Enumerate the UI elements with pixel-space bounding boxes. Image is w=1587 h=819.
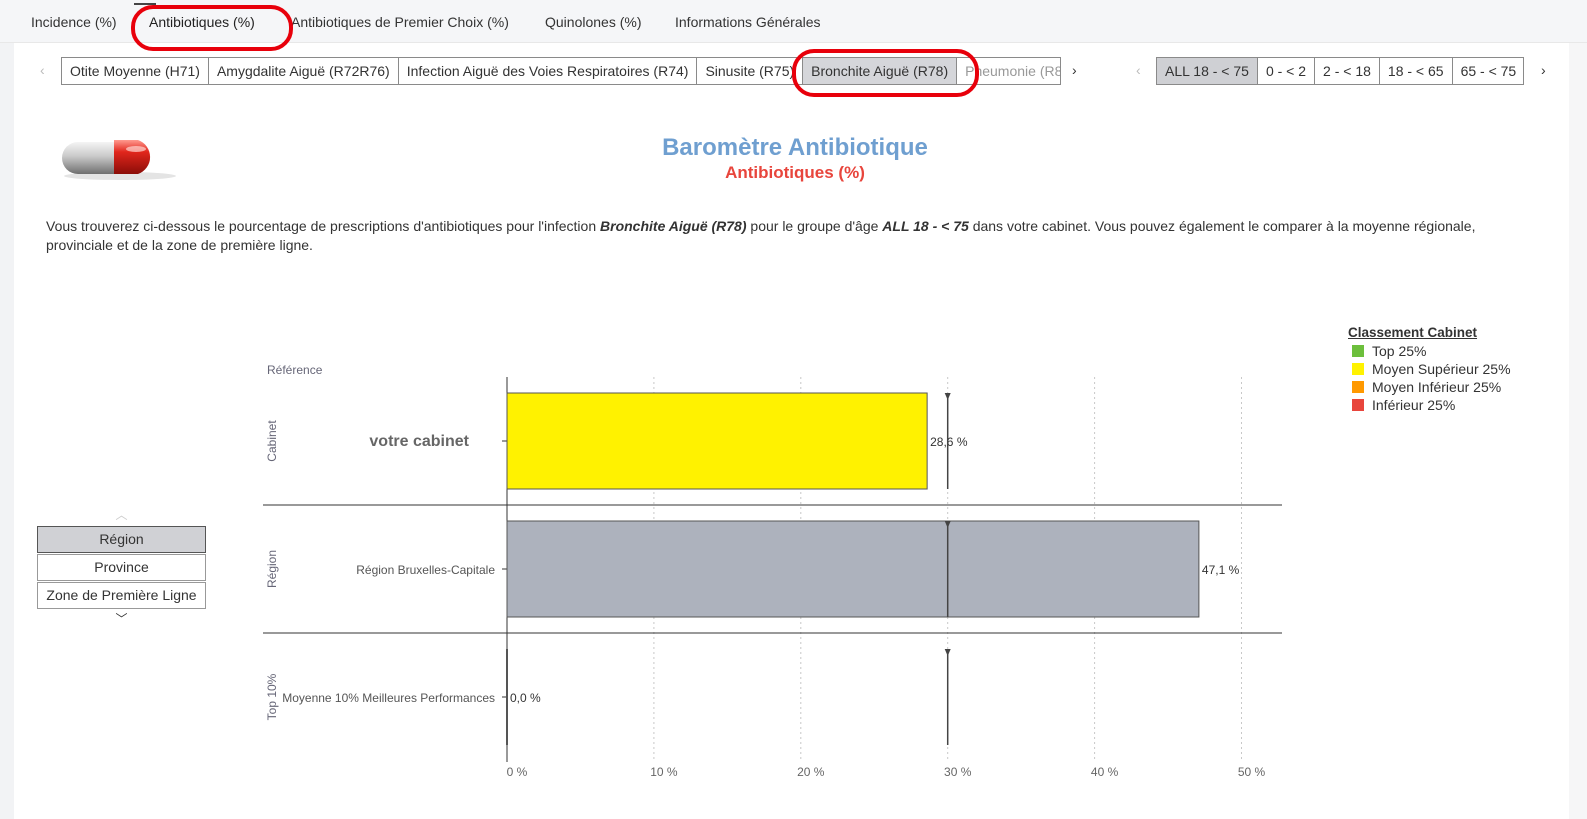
bar-0 bbox=[506, 392, 928, 490]
y-axis-title: Référence bbox=[267, 363, 323, 377]
age-tabs-scroll-right-icon[interactable]: › bbox=[1541, 62, 1546, 78]
legend: Classement Cabinet Top 25% Moyen Supérie… bbox=[1348, 325, 1511, 414]
value-label-0: 28,6 % bbox=[930, 435, 968, 449]
group-label-0: Cabinet bbox=[265, 420, 279, 462]
tab-antibiotiques[interactable]: Antibiotiques (%) bbox=[149, 14, 255, 30]
selector-item-province[interactable]: Province bbox=[37, 554, 206, 581]
tab-informations-generales[interactable]: Informations Générales bbox=[675, 14, 821, 30]
infection-tabs-scroll-left-icon[interactable]: ‹ bbox=[40, 62, 45, 78]
active-tab-indicator bbox=[134, 3, 156, 5]
legend-label: Inférieur 25% bbox=[1372, 397, 1456, 413]
subtab-amygdalite[interactable]: Amygdalite Aiguë (R72R76) bbox=[208, 58, 399, 84]
value-label-1: 47,1 % bbox=[1202, 563, 1240, 577]
infection-tabs-scroll-right-icon[interactable]: › bbox=[1072, 62, 1077, 78]
reference-marker-2 bbox=[944, 649, 951, 656]
x-tick-label-0: 0 % bbox=[507, 765, 528, 779]
legend-label: Top 25% bbox=[1372, 343, 1427, 359]
legend-label: Moyen Supérieur 25% bbox=[1372, 361, 1511, 377]
subtab-bronchite[interactable]: Bronchite Aiguë (R78) bbox=[803, 58, 958, 84]
selector-item-region[interactable]: Région bbox=[37, 526, 206, 553]
reference-selector: ︿ Région Province Zone de Première Ligne… bbox=[37, 506, 206, 630]
x-tick-label-1: 10 % bbox=[650, 765, 678, 779]
selector-down-icon[interactable]: ﹀ bbox=[37, 610, 206, 630]
legend-swatch bbox=[1352, 381, 1364, 393]
agetab-18-65[interactable]: 18 - < 65 bbox=[1379, 58, 1453, 84]
legend-item-moyen-superieur[interactable]: Moyen Supérieur 25% bbox=[1348, 360, 1511, 378]
legend-item-inferieur[interactable]: Inférieur 25% bbox=[1348, 396, 1511, 414]
reference-marker-0 bbox=[944, 393, 951, 400]
group-label-1: Région bbox=[265, 550, 279, 588]
selector-item-zone[interactable]: Zone de Première Ligne bbox=[37, 582, 206, 609]
app-root: Incidence (%) Antibiotiques (%) Antibiot… bbox=[0, 0, 1587, 819]
legend-swatch bbox=[1352, 345, 1364, 357]
bar-1 bbox=[506, 520, 1200, 618]
agetab-2-18[interactable]: 2 - < 18 bbox=[1315, 58, 1380, 84]
page-subtitle: Antibiotiques (%) bbox=[725, 163, 865, 182]
main-tab-bar: Incidence (%) Antibiotiques (%) Antibiot… bbox=[0, 0, 1587, 43]
legend-title: Classement Cabinet bbox=[1348, 325, 1478, 340]
description-part2: pour le groupe d'âge bbox=[746, 218, 883, 234]
x-tick-label-2: 20 % bbox=[797, 765, 825, 779]
category-label-2: Moyenne 10% Meilleures Performances bbox=[282, 691, 495, 705]
legend-swatch bbox=[1352, 363, 1364, 375]
subtab-otite-moyenne[interactable]: Otite Moyenne (H71) bbox=[62, 58, 209, 84]
category-label-0: votre cabinet bbox=[369, 433, 469, 450]
description-infection: Bronchite Aiguë (R78) bbox=[600, 218, 747, 234]
agetab-65-75[interactable]: 65 - < 75 bbox=[1452, 58, 1523, 84]
tab-incidence[interactable]: Incidence (%) bbox=[31, 14, 117, 30]
legend-item-top[interactable]: Top 25% bbox=[1348, 342, 1511, 360]
legend-item-moyen-inferieur[interactable]: Moyen Inférieur 25% bbox=[1348, 378, 1511, 396]
subtab-pneumonie[interactable]: Pneumonie (R81) bbox=[957, 58, 1060, 84]
age-tabs-scroll-left-icon[interactable]: ‹ bbox=[1136, 62, 1141, 78]
bar-2 bbox=[506, 649, 508, 745]
tab-quinolones[interactable]: Quinolones (%) bbox=[545, 14, 642, 30]
x-tick-label-3: 30 % bbox=[944, 765, 972, 779]
x-tick-label-5: 50 % bbox=[1238, 765, 1266, 779]
reference-marker-1 bbox=[944, 521, 951, 528]
description-part1: Vous trouverez ci-dessous le pourcentage… bbox=[46, 218, 601, 234]
agetab-0-2[interactable]: 0 - < 2 bbox=[1257, 58, 1316, 84]
agetab-all[interactable]: ALL 18 - < 75 bbox=[1157, 58, 1258, 84]
subtab-infection-voies-respiratoires[interactable]: Infection Aiguë des Voies Respiratoires … bbox=[398, 58, 698, 84]
description-age: ALL 18 - < 75 bbox=[882, 218, 969, 234]
tab-premier-choix[interactable]: Antibiotiques de Premier Choix (%) bbox=[291, 14, 509, 30]
subtab-sinusite[interactable]: Sinusite (R75) bbox=[697, 58, 804, 84]
age-tab-strip: ALL 18 - < 75 0 - < 22 - < 18 18 - < 65 65 … bbox=[1156, 57, 1524, 85]
group-label-2: Top 10% bbox=[265, 673, 279, 720]
infection-tab-strip: Otite Moyenne (H71) Amygdalite Aiguë (R72… bbox=[61, 57, 1061, 85]
legend-swatch bbox=[1352, 399, 1364, 411]
selector-up-icon[interactable]: ︿ bbox=[37, 506, 206, 526]
x-tick-label-4: 40 % bbox=[1091, 765, 1119, 779]
page-title: Baromètre Antibiotique bbox=[662, 134, 928, 161]
category-label-1: Région Bruxelles-Capitale bbox=[356, 563, 495, 577]
legend-label: Moyen Inférieur 25% bbox=[1372, 379, 1502, 395]
description-text: Vous trouverez ci-dessous le pourcentage… bbox=[46, 217, 1546, 255]
value-label-2: 0,0 % bbox=[510, 691, 541, 705]
